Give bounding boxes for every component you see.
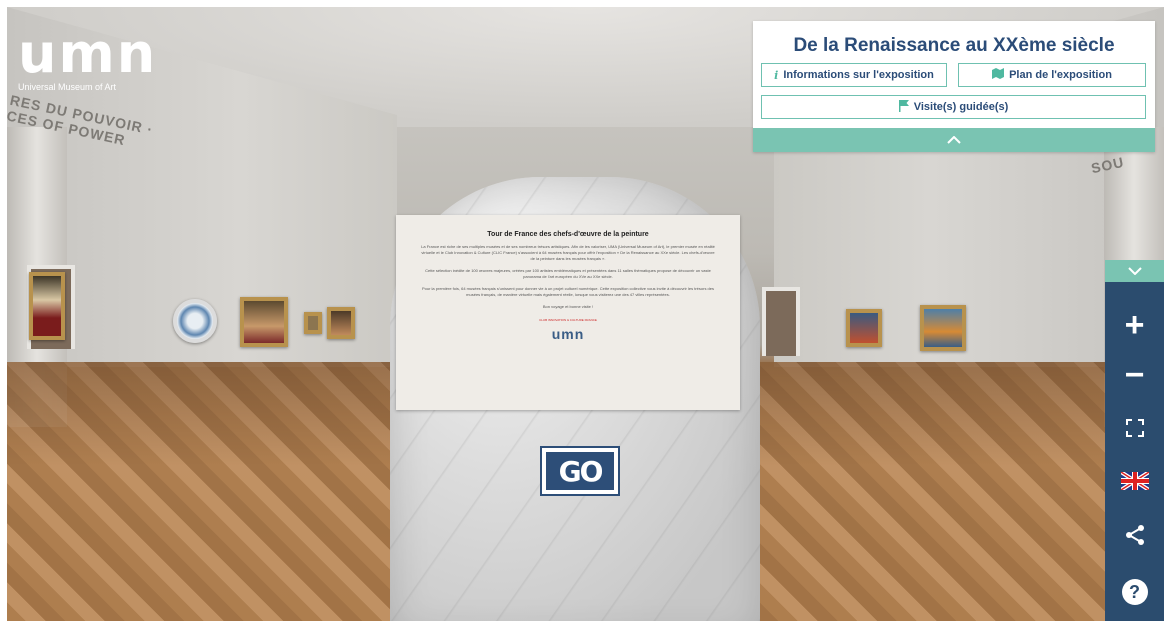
- card-umn-logo: umn: [551, 326, 585, 342]
- exhibition-plan-button[interactable]: Plan de l'exposition: [958, 63, 1146, 87]
- plus-icon: +: [1124, 306, 1145, 344]
- share-button[interactable]: [1105, 517, 1164, 557]
- exhibition-plan-label: Plan de l'exposition: [1009, 69, 1112, 81]
- painting[interactable]: [240, 297, 288, 347]
- fullscreen-button[interactable]: [1105, 410, 1164, 450]
- share-icon: [1124, 524, 1146, 551]
- partner-logo: CLUB INNOVATION & CULTURE FRANCE: [539, 318, 597, 322]
- right-doorway[interactable]: [762, 287, 800, 356]
- language-button[interactable]: [1105, 463, 1164, 503]
- panel-collapse-button[interactable]: [753, 128, 1155, 152]
- fullscreen-icon: [1125, 418, 1145, 443]
- go-button-label: GO: [558, 454, 604, 488]
- info-icon: i: [774, 68, 779, 82]
- painting[interactable]: [846, 309, 882, 347]
- flag-icon: [898, 99, 909, 115]
- painting-van-gogh-portrait[interactable]: [920, 305, 966, 351]
- exhibition-title: De la Renaissance au XXème siècle: [793, 35, 1115, 56]
- painting[interactable]: [304, 312, 322, 334]
- card-title: Tour de France des chefs-d'œuvre de la p…: [487, 231, 649, 238]
- toolbar-collapse-button[interactable]: [1105, 260, 1164, 282]
- guided-tour-label: Visite(s) guidée(s): [913, 101, 1009, 113]
- card-paragraph: Cette sélection inédite de 100 œuvres ma…: [425, 268, 711, 279]
- exhibition-intro-card: Tour de France des chefs-d'œuvre de la p…: [396, 215, 740, 410]
- zoom-out-button[interactable]: −: [1105, 355, 1164, 395]
- help-icon: ?: [1121, 579, 1148, 605]
- viewer-toolbar: + − ?: [1105, 260, 1164, 621]
- chevron-down-icon: [1127, 262, 1142, 280]
- painting[interactable]: [29, 272, 65, 340]
- guided-tour-button[interactable]: Visite(s) guidée(s): [761, 95, 1146, 119]
- logo-mark: umn: [18, 22, 158, 85]
- go-button[interactable]: GO: [540, 446, 620, 496]
- painting[interactable]: [327, 307, 355, 339]
- exhibition-info-label: Informations sur l'exposition: [783, 69, 934, 81]
- exhibition-info-button[interactable]: i Informations sur l'exposition: [761, 63, 947, 87]
- card-paragraph: La France est riche de ses multiples mus…: [421, 244, 715, 261]
- help-button[interactable]: ?: [1105, 572, 1164, 612]
- card-paragraph: Bon voyage et bonne visite !: [542, 304, 594, 309]
- card-logos: CLUB INNOVATION & CULTURE FRANCE umn: [396, 318, 740, 342]
- chevron-up-icon: [947, 131, 961, 149]
- painting-medallion[interactable]: [173, 299, 217, 343]
- go-button-inner: GO: [546, 452, 614, 490]
- minus-icon: −: [1124, 356, 1145, 394]
- zoom-in-button[interactable]: +: [1105, 305, 1164, 345]
- umn-logo[interactable]: umn Universal Museum of Art: [18, 22, 158, 93]
- map-icon: [992, 68, 1005, 82]
- help-icon-glyph: ?: [1129, 581, 1140, 602]
- exhibition-panel: De la Renaissance au XXème siècle i Info…: [753, 21, 1155, 152]
- card-paragraph: Pour la première fois, 64 musées françai…: [421, 286, 715, 297]
- uk-flag-icon: [1119, 469, 1150, 495]
